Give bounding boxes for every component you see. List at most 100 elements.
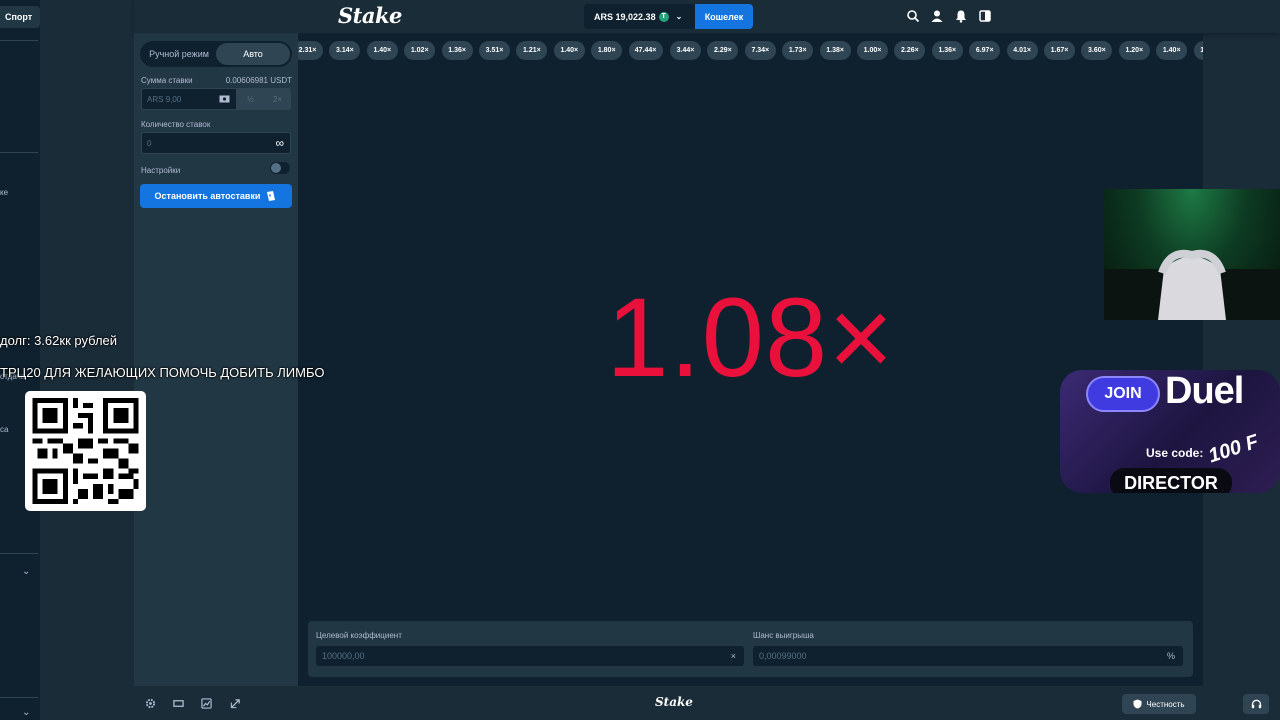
- win-chance-label: Шанс выигрыша: [753, 631, 814, 640]
- history-result-pill[interactable]: 1.02×: [404, 41, 436, 60]
- sidebar-item-fragment[interactable]: ке: [0, 188, 8, 197]
- win-chance-input[interactable]: 0,00099000 %: [753, 646, 1183, 666]
- qr-code: [25, 391, 146, 511]
- stats-icon[interactable]: [201, 698, 212, 709]
- tab-auto[interactable]: Авто: [216, 43, 290, 65]
- target-multiplier-input[interactable]: 100000,00 ×: [316, 646, 744, 666]
- left-sidebar: Спорт ке отдача са ⌄ ⌄: [0, 0, 40, 720]
- history-result-pill[interactable]: 1.40×: [1156, 41, 1188, 60]
- wallet-button[interactable]: Кошелек: [695, 4, 753, 29]
- search-icon[interactable]: [906, 9, 920, 23]
- history-result-pill[interactable]: 6.97×: [969, 41, 1001, 60]
- sidebar-divider: [0, 40, 38, 41]
- bell-icon[interactable]: [954, 9, 968, 23]
- bet-amount-label: Сумма ставки: [141, 76, 193, 85]
- theatre-mode-icon[interactable]: [173, 698, 184, 709]
- balance-amount: 19,022.38: [615, 11, 656, 22]
- balance-currency: ARS: [594, 11, 614, 22]
- stop-autobet-label: Остановить автоставки: [154, 191, 261, 201]
- target-settings: Целевой коэффициент 100000,00 × Шанс выи…: [308, 621, 1193, 677]
- win-chance-value: 0,00099000: [759, 651, 807, 661]
- use-code-label: Use code:: [1146, 446, 1204, 460]
- chevron-down-icon[interactable]: ⌄: [22, 566, 30, 577]
- settings-label: Настройки: [141, 166, 181, 175]
- bet-amount-usdt: 0.00606981 USDT: [225, 76, 292, 85]
- bet-amount-input[interactable]: ARS 9,00: [141, 88, 237, 110]
- duel-brand: Duel: [1165, 370, 1244, 412]
- history-result-pill[interactable]: 1.80×: [591, 41, 623, 60]
- sidebar-toggle-icon[interactable]: [978, 9, 992, 23]
- limbo-game-area: 2.31× 3.14× 1.40× 1.02× 1.36× 3.51× 1.21× 1.40×…: [298, 33, 1203, 686]
- sidebar-divider: [0, 553, 38, 554]
- sidebar-divider: [0, 697, 38, 698]
- fairness-label: Честность: [1146, 699, 1185, 709]
- history-result-pill[interactable]: 47.44×: [628, 41, 663, 60]
- bets-count-value: 0: [147, 138, 152, 148]
- sidebar-item-fragment[interactable]: са: [0, 425, 8, 434]
- history-result-pill[interactable]: 2.29×: [707, 41, 739, 60]
- history-result-pill[interactable]: 1.20×: [1118, 41, 1150, 60]
- promo-overlay-text: ТРЦ20 ДЛЯ ЖЕЛАЮЩИХ ПОМОЧЬ ДОБИТЬ ЛИМБО: [0, 365, 325, 380]
- streamer-webcam: [1104, 189, 1280, 320]
- footer-stake-logo: Stake: [655, 695, 693, 709]
- stake-logo[interactable]: Stake: [338, 3, 402, 28]
- history-result-pill[interactable]: 1.40×: [366, 41, 398, 60]
- history-result-pill[interactable]: 2.26×: [894, 41, 926, 60]
- result-history: 2.31× 3.14× 1.40× 1.02× 1.36× 3.51× 1.21× 1.40×…: [298, 41, 1203, 61]
- chevron-down-icon[interactable]: ⌄: [22, 707, 30, 718]
- history-result-pill[interactable]: 1.08×: [1193, 41, 1203, 60]
- bets-count-input[interactable]: 0 ∞: [141, 132, 291, 154]
- headset-icon: [1251, 699, 1261, 708]
- gear-icon[interactable]: [145, 698, 156, 709]
- history-result-pill[interactable]: 3.51×: [479, 41, 510, 60]
- duel-ad-banner[interactable]: JOIN Duel Use code: 100 F DIRECTOR: [1060, 370, 1280, 493]
- multiplier-suffix: ×: [730, 651, 736, 661]
- history-result-pill[interactable]: 1.38×: [819, 41, 851, 60]
- bets-count-label: Количество ставок: [141, 120, 211, 129]
- history-result-pill[interactable]: 3.14×: [329, 41, 361, 60]
- tab-manual[interactable]: Ручной режим: [142, 43, 216, 65]
- debt-overlay-text: долг: 3.62кк рублей: [0, 333, 118, 348]
- history-result-pill[interactable]: 4.01×: [1006, 41, 1038, 60]
- history-result-pill[interactable]: 1.00×: [857, 41, 888, 60]
- cards-icon: [267, 191, 276, 201]
- settings-toggle[interactable]: [270, 162, 290, 174]
- mode-switch: Ручной режим Авто: [140, 41, 292, 67]
- bet-amount-prefix: ARS: [147, 94, 164, 104]
- stop-autobet-button[interactable]: Остановить автоставки: [140, 184, 292, 208]
- balance-selector[interactable]: ARS 19,022.38 T ⌄: [584, 4, 695, 29]
- history-result-pill[interactable]: 3.60×: [1081, 41, 1113, 60]
- history-result-pill[interactable]: 1.67×: [1044, 41, 1075, 60]
- target-multiplier-label: Целевой коэффициент: [316, 631, 402, 640]
- half-bet-button[interactable]: ½: [237, 88, 264, 110]
- user-icon[interactable]: [930, 9, 944, 23]
- promo-code: DIRECTOR: [1110, 468, 1232, 493]
- sidebar-divider: [0, 152, 38, 153]
- history-result-pill[interactable]: 1.73×: [782, 41, 814, 60]
- sidebar-gap: [40, 0, 134, 720]
- shield-icon: [1133, 699, 1142, 709]
- history-result-pill[interactable]: 3.44×: [670, 41, 701, 60]
- history-result-pill[interactable]: 1.36×: [931, 41, 963, 60]
- target-multiplier-value: 100000,00: [322, 651, 365, 661]
- bet-control-panel: Ручной режим Авто Сумма ставки 0.0060698…: [134, 33, 298, 686]
- currency-note-icon: [219, 95, 230, 103]
- tether-coin-icon: T: [658, 11, 669, 22]
- game-footer: Stake Честность: [134, 686, 1280, 720]
- history-result-pill[interactable]: 1.40×: [553, 41, 585, 60]
- qr-code-pattern: [32, 398, 139, 504]
- duel-bonus: 100 F: [1205, 430, 1262, 468]
- join-badge: JOIN: [1086, 376, 1160, 412]
- webcam-person-silhouette: [1104, 249, 1280, 320]
- double-bet-button[interactable]: 2×: [264, 88, 291, 110]
- infinity-icon: ∞: [275, 136, 284, 150]
- history-result-pill[interactable]: 1.21×: [516, 41, 548, 60]
- history-result-pill[interactable]: 7.34×: [744, 41, 776, 60]
- fairness-button[interactable]: Честность: [1122, 694, 1196, 714]
- sport-button[interactable]: Спорт: [0, 6, 40, 28]
- history-result-pill[interactable]: 2.31×: [298, 41, 323, 60]
- popout-icon[interactable]: [230, 698, 241, 709]
- support-button[interactable]: [1243, 694, 1269, 714]
- chevron-down-icon: ⌄: [675, 12, 683, 21]
- history-result-pill[interactable]: 1.36×: [441, 41, 473, 60]
